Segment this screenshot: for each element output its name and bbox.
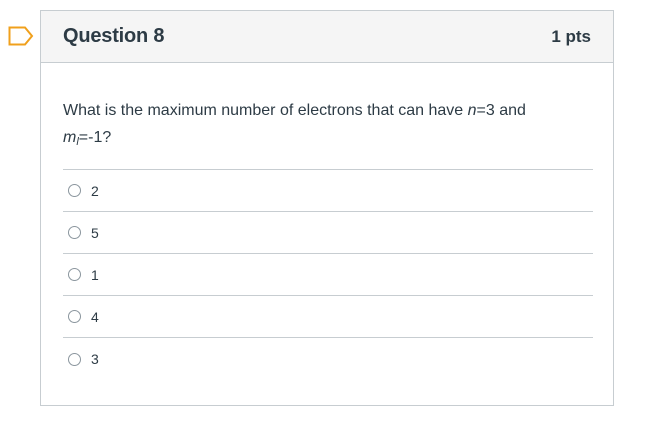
radio-button[interactable] (68, 226, 81, 239)
question-body: What is the maximum number of electrons … (41, 63, 613, 380)
answer-label: 1 (91, 266, 99, 283)
question-points: 1 pts (551, 26, 591, 46)
radio-button[interactable] (68, 268, 81, 281)
answer-option[interactable]: 5 (63, 212, 593, 254)
answer-label: 2 (91, 182, 99, 199)
answer-option[interactable]: 2 (63, 170, 593, 212)
radio-button[interactable] (68, 184, 81, 197)
question-text-part: What is the maximum number of electrons … (63, 102, 468, 119)
answer-option[interactable]: 4 (63, 296, 593, 338)
answer-option[interactable]: 3 (63, 338, 593, 380)
radio-button[interactable] (68, 310, 81, 323)
answer-label: 5 (91, 224, 99, 241)
n-symbol: n (467, 102, 477, 119)
m-value: =-1? (78, 129, 112, 146)
question-card: Question 8 1 pts What is the maximum num… (40, 10, 614, 406)
answer-label: 3 (91, 351, 99, 367)
question-text: What is the maximum number of electrons … (63, 97, 591, 151)
answer-option[interactable]: 1 (63, 254, 593, 296)
n-value: =3 and (476, 102, 526, 119)
question-title: Question 8 (63, 25, 165, 47)
radio-button[interactable] (68, 352, 81, 366)
m-symbol: m (63, 129, 77, 146)
answer-list: 2 5 1 4 3 (63, 169, 593, 380)
bookmark-flag-icon[interactable] (8, 26, 34, 46)
question-header: Question 8 1 pts (41, 11, 613, 63)
answer-label: 4 (91, 308, 99, 325)
